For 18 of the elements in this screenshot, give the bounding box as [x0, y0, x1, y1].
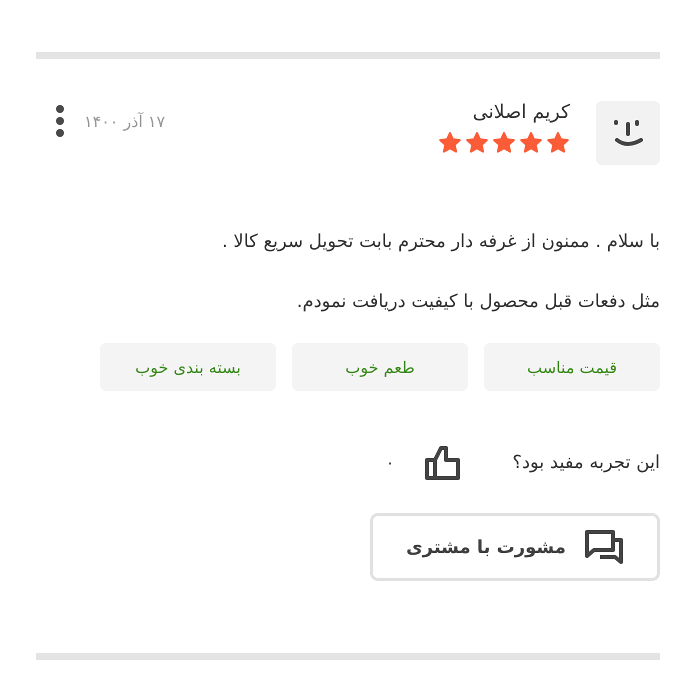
consult-button[interactable]: مشورت با مشتری — [370, 513, 660, 581]
helpful-question: این تجربه مفید بود؟ — [512, 452, 660, 472]
star-icon — [519, 131, 543, 155]
helpful-count: ۰ — [386, 452, 394, 472]
tag-chip: طعم خوب — [292, 343, 468, 391]
more-menu-icon[interactable] — [56, 105, 64, 137]
star-icon — [546, 131, 570, 155]
tag-chip: بسته بندی خوب — [100, 343, 276, 391]
star-icon — [465, 131, 489, 155]
thumbs-up-icon[interactable] — [424, 443, 462, 481]
star-icon — [438, 131, 462, 155]
tag-chip: قیمت مناسب — [484, 343, 660, 391]
review-text: مثل دفعات قبل محصول با کیفیت دریافت نمودم. — [296, 290, 660, 314]
author-name: کریم اصلانی — [472, 101, 570, 123]
review-date: ۱۷ آذر ۱۴۰۰ — [84, 112, 166, 130]
chat-icon — [584, 528, 624, 566]
star-icon — [492, 131, 516, 155]
review-text: با سلام . ممنون از غرفه دار محترم بابت تحویل سریع کالا . — [220, 230, 660, 254]
